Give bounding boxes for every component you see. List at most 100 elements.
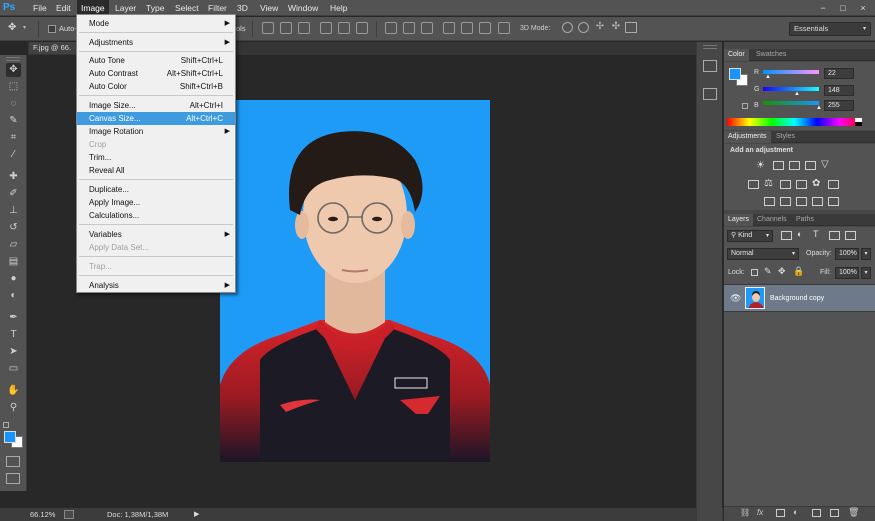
blend-mode-select[interactable]: Normal ▾ bbox=[727, 248, 799, 260]
exposure-icon[interactable] bbox=[805, 161, 816, 170]
crop-tool-icon[interactable]: ⌗ bbox=[6, 131, 21, 145]
photo-filter-icon[interactable] bbox=[796, 180, 807, 189]
auto-align-icon[interactable] bbox=[498, 22, 510, 34]
history-panel-icon[interactable] bbox=[703, 60, 717, 72]
layer-name[interactable]: Background copy bbox=[770, 295, 824, 302]
posterize-icon[interactable] bbox=[780, 197, 791, 206]
delete-layer-icon[interactable]: 🗑 bbox=[848, 507, 859, 518]
brush-tool-icon[interactable]: ✐ bbox=[6, 187, 21, 201]
align-horizontal-center-icon[interactable] bbox=[338, 22, 350, 34]
menu-item-variables[interactable]: Variables ▶ bbox=[77, 228, 235, 241]
menu-edit[interactable]: Edit bbox=[52, 0, 75, 16]
tab-styles[interactable]: Styles bbox=[772, 131, 799, 143]
workspace-switcher[interactable]: Essentials ▾ bbox=[789, 22, 871, 36]
green-slider[interactable] bbox=[763, 87, 819, 91]
3d-scale-icon[interactable] bbox=[625, 22, 637, 33]
lock-transparent-icon[interactable] bbox=[751, 269, 758, 276]
menu-item-image-size[interactable]: Image Size... Alt+Ctrl+I bbox=[77, 99, 235, 112]
filter-pixel-icon[interactable] bbox=[781, 231, 792, 240]
menu-item-auto-tone[interactable]: Auto Tone Shift+Ctrl+L bbox=[77, 54, 235, 67]
layer-style-icon[interactable]: fx bbox=[757, 508, 763, 517]
menu-item-trim[interactable]: Trim... bbox=[77, 151, 235, 164]
menu-item-image-rotation[interactable]: Image Rotation ▶ bbox=[77, 125, 235, 138]
distribute-bottom-icon[interactable] bbox=[421, 22, 433, 34]
tab-color[interactable]: Color bbox=[724, 49, 749, 61]
chevron-down-icon[interactable]: ▾ bbox=[861, 248, 871, 260]
3d-pan-icon[interactable]: ✢ bbox=[594, 21, 606, 33]
distribute-left-icon[interactable] bbox=[443, 22, 455, 34]
foreground-color-chip[interactable] bbox=[729, 68, 741, 80]
blur-tool-icon[interactable]: ● bbox=[6, 272, 21, 286]
align-left-icon[interactable] bbox=[320, 22, 332, 34]
3d-slide-icon[interactable]: ✣ bbox=[610, 21, 622, 33]
filter-type-icon[interactable]: T bbox=[813, 229, 819, 239]
add-mask-icon[interactable] bbox=[776, 509, 785, 517]
threshold-icon[interactable] bbox=[796, 197, 807, 206]
menu-item-analysis[interactable]: Analysis ▶ bbox=[77, 279, 235, 292]
color-balance-icon[interactable]: ⚖ bbox=[764, 178, 773, 189]
blue-value-input[interactable]: 255 bbox=[824, 100, 854, 111]
hue-saturation-icon[interactable] bbox=[748, 180, 759, 189]
new-adjustment-layer-icon[interactable]: ◐ bbox=[793, 507, 798, 517]
green-value-input[interactable]: 148 bbox=[824, 85, 854, 96]
red-value-input[interactable]: 22 bbox=[824, 68, 854, 79]
menu-help[interactable]: Help bbox=[326, 0, 351, 16]
eye-visibility-icon[interactable]: 👁 bbox=[730, 293, 741, 304]
minimize-button[interactable]: − bbox=[816, 0, 830, 16]
menu-file[interactable]: File bbox=[29, 0, 51, 16]
distribute-center-icon[interactable] bbox=[403, 22, 415, 34]
levels-icon[interactable] bbox=[773, 161, 784, 170]
gradient-map-icon[interactable] bbox=[828, 197, 839, 206]
chevron-down-icon[interactable]: ▾ bbox=[861, 267, 871, 279]
eraser-tool-icon[interactable]: ▱ bbox=[6, 238, 21, 252]
menu-item-reveal-all[interactable]: Reveal All bbox=[77, 164, 235, 177]
tab-paths[interactable]: Paths bbox=[792, 214, 818, 226]
vibrance-icon[interactable]: ▽ bbox=[821, 159, 829, 170]
menu-item-canvas-size[interactable]: Canvas Size... Alt+Ctrl+C bbox=[77, 112, 235, 125]
menu-view[interactable]: View bbox=[256, 0, 282, 16]
align-bottom-icon[interactable] bbox=[298, 22, 310, 34]
tab-channels[interactable]: Channels bbox=[753, 214, 791, 226]
fill-input[interactable]: 100% bbox=[835, 267, 859, 279]
quick-mask-icon[interactable] bbox=[6, 456, 20, 467]
align-vertical-center-icon[interactable] bbox=[280, 22, 292, 34]
document-image[interactable] bbox=[220, 100, 490, 462]
layer-filter-kind[interactable]: ⚲ Kind ▾ bbox=[727, 230, 773, 242]
color-lookup-icon[interactable] bbox=[828, 180, 839, 189]
menu-item-calculations[interactable]: Calculations... bbox=[77, 209, 235, 222]
align-top-icon[interactable] bbox=[262, 22, 274, 34]
healing-brush-tool-icon[interactable]: ✚ bbox=[6, 170, 21, 184]
rectangle-tool-icon[interactable]: ▭ bbox=[6, 362, 21, 376]
zoom-level[interactable]: 66.12% bbox=[30, 508, 55, 521]
default-colors-icon[interactable] bbox=[3, 422, 9, 428]
menu-item-auto-color[interactable]: Auto Color Shift+Ctrl+B bbox=[77, 80, 235, 93]
clone-stamp-tool-icon[interactable]: ⊥ bbox=[6, 204, 21, 218]
maximize-button[interactable]: □ bbox=[836, 0, 850, 16]
marquee-tool-icon[interactable]: ⬚ bbox=[6, 80, 21, 94]
move-tool-preset-icon[interactable]: ✥ bbox=[8, 22, 22, 34]
menu-item-adjustments[interactable]: Adjustments ▶ bbox=[77, 36, 235, 49]
lock-position-icon[interactable]: ✥ bbox=[778, 266, 786, 277]
invert-icon[interactable] bbox=[764, 197, 775, 206]
move-tool-icon[interactable]: ✥ bbox=[6, 63, 21, 77]
distribute-right-icon[interactable] bbox=[479, 22, 491, 34]
tab-layers[interactable]: Layers bbox=[724, 214, 754, 226]
align-right-icon[interactable] bbox=[356, 22, 368, 34]
filter-shape-icon[interactable] bbox=[829, 231, 840, 240]
dodge-tool-icon[interactable]: ◐ bbox=[6, 289, 21, 303]
black-white-icon[interactable] bbox=[780, 180, 791, 189]
type-tool-icon[interactable]: T bbox=[6, 328, 21, 342]
blue-slider-thumb[interactable]: ▲ bbox=[816, 105, 822, 111]
tab-adjustments[interactable]: Adjustments bbox=[724, 131, 771, 143]
brightness-contrast-icon[interactable]: ☀ bbox=[756, 160, 765, 171]
lasso-tool-icon[interactable]: ◌ bbox=[6, 97, 21, 111]
zoom-tool-icon[interactable]: ⚲ bbox=[6, 401, 21, 415]
menu-window[interactable]: Window bbox=[284, 0, 322, 16]
gradient-tool-icon[interactable]: ▤ bbox=[6, 255, 21, 269]
new-group-icon[interactable] bbox=[812, 509, 821, 517]
menu-item-auto-contrast[interactable]: Auto Contrast Alt+Shift+Ctrl+L bbox=[77, 67, 235, 80]
foreground-color-swatch[interactable] bbox=[4, 431, 16, 443]
curves-icon[interactable] bbox=[789, 161, 800, 170]
close-button[interactable]: × bbox=[856, 0, 870, 16]
color-spectrum-ramp[interactable] bbox=[727, 118, 862, 126]
